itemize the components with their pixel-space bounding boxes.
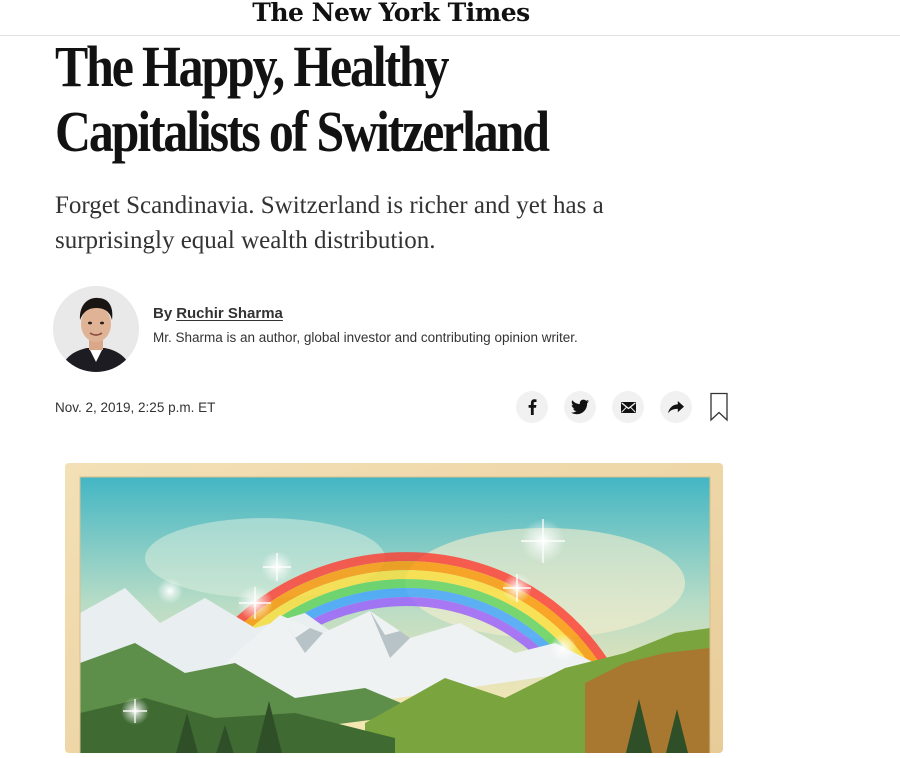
email-share-button[interactable] [612,391,644,423]
author-name-link[interactable]: Ruchir Sharma [176,305,283,322]
share-arrow-icon [668,400,684,413]
twitter-share-button[interactable] [564,391,596,423]
rainbow-mountain-postcard-image [65,463,723,758]
nyt-logo[interactable]: The New York Times [0,0,782,27]
email-icon [620,401,636,413]
twitter-icon [571,399,589,415]
bookmark-icon [710,392,728,422]
facebook-icon [528,399,537,415]
more-share-button[interactable] [660,391,692,423]
article-headline: The Happy, Healthy Capitalists of Switze… [55,34,550,164]
byline: By Ruchir Sharma [153,305,283,322]
author-bio: Mr. Sharma is an author, global investor… [153,330,578,345]
facebook-share-button[interactable] [516,391,548,423]
publish-date: Nov. 2, 2019, 2:25 p.m. ET [55,400,216,415]
hero-illustration [65,463,723,758]
article-summary: Forget Scandinavia. Switzerland is riche… [55,192,604,254]
save-bookmark-button[interactable] [709,392,729,422]
author-avatar[interactable] [53,286,139,372]
byline-prefix: By [153,305,173,322]
masthead: The New York Times [0,0,900,36]
author-photo [53,286,139,372]
